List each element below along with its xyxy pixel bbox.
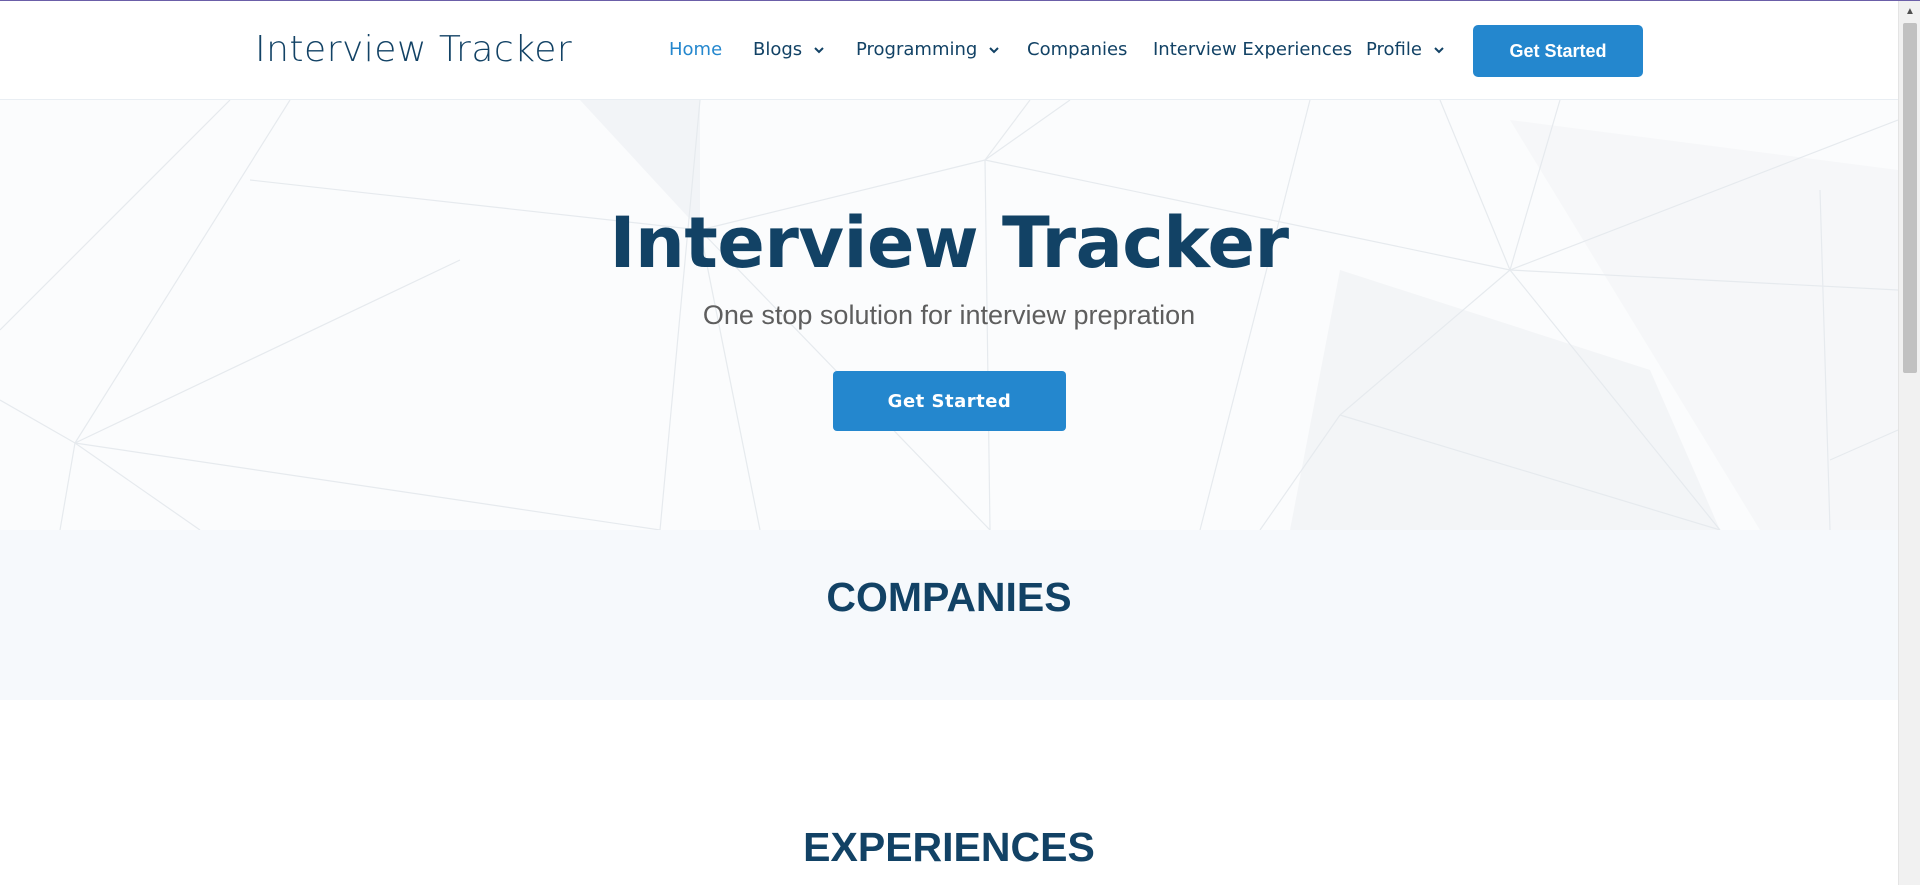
scrollbar-thumb[interactable] xyxy=(1903,23,1917,373)
chevron-down-icon xyxy=(1434,46,1444,53)
hero-get-started-button[interactable]: Get Started xyxy=(833,371,1066,431)
hero-subtitle: One stop solution for interview preprati… xyxy=(702,300,1196,330)
chevron-down-icon xyxy=(814,46,824,53)
companies-section: COMPANIES xyxy=(0,530,1898,700)
nav-programming-label: Programming xyxy=(856,39,978,60)
nav-interview-experiences[interactable]: Interview Experiences xyxy=(1153,39,1352,60)
chevron-down-icon xyxy=(989,46,1000,53)
experiences-section: EXPERIENCES xyxy=(0,700,1898,885)
hero-section: Interview Tracker One stop solution for … xyxy=(0,100,1898,530)
hero-title: Interview Tracker xyxy=(609,202,1289,284)
nav-companies-label: Companies xyxy=(1027,39,1128,60)
nav-programming[interactable]: Programming xyxy=(856,39,1001,60)
experiences-section-title: EXPERIENCES xyxy=(803,824,1095,870)
site-header: Interview Tracker Home Blogs Programming… xyxy=(0,1,1898,100)
nav-home-label: Home xyxy=(669,39,723,60)
scroll-up-arrow-icon[interactable]: ▲ xyxy=(1899,1,1920,21)
vertical-scrollbar[interactable]: ▲ xyxy=(1898,1,1920,885)
nav-interview-experiences-label: Interview Experiences xyxy=(1153,39,1353,60)
nav-profile-label: Profile xyxy=(1366,39,1422,60)
companies-section-title: COMPANIES xyxy=(826,574,1072,620)
header-get-started-button[interactable]: Get Started xyxy=(1473,25,1643,77)
nav-companies[interactable]: Companies xyxy=(1027,39,1127,60)
nav-home[interactable]: Home xyxy=(669,39,722,60)
nav-blogs[interactable]: Blogs xyxy=(753,39,826,60)
nav-profile[interactable]: Profile xyxy=(1366,39,1446,60)
nav-blogs-label: Blogs xyxy=(753,39,803,60)
